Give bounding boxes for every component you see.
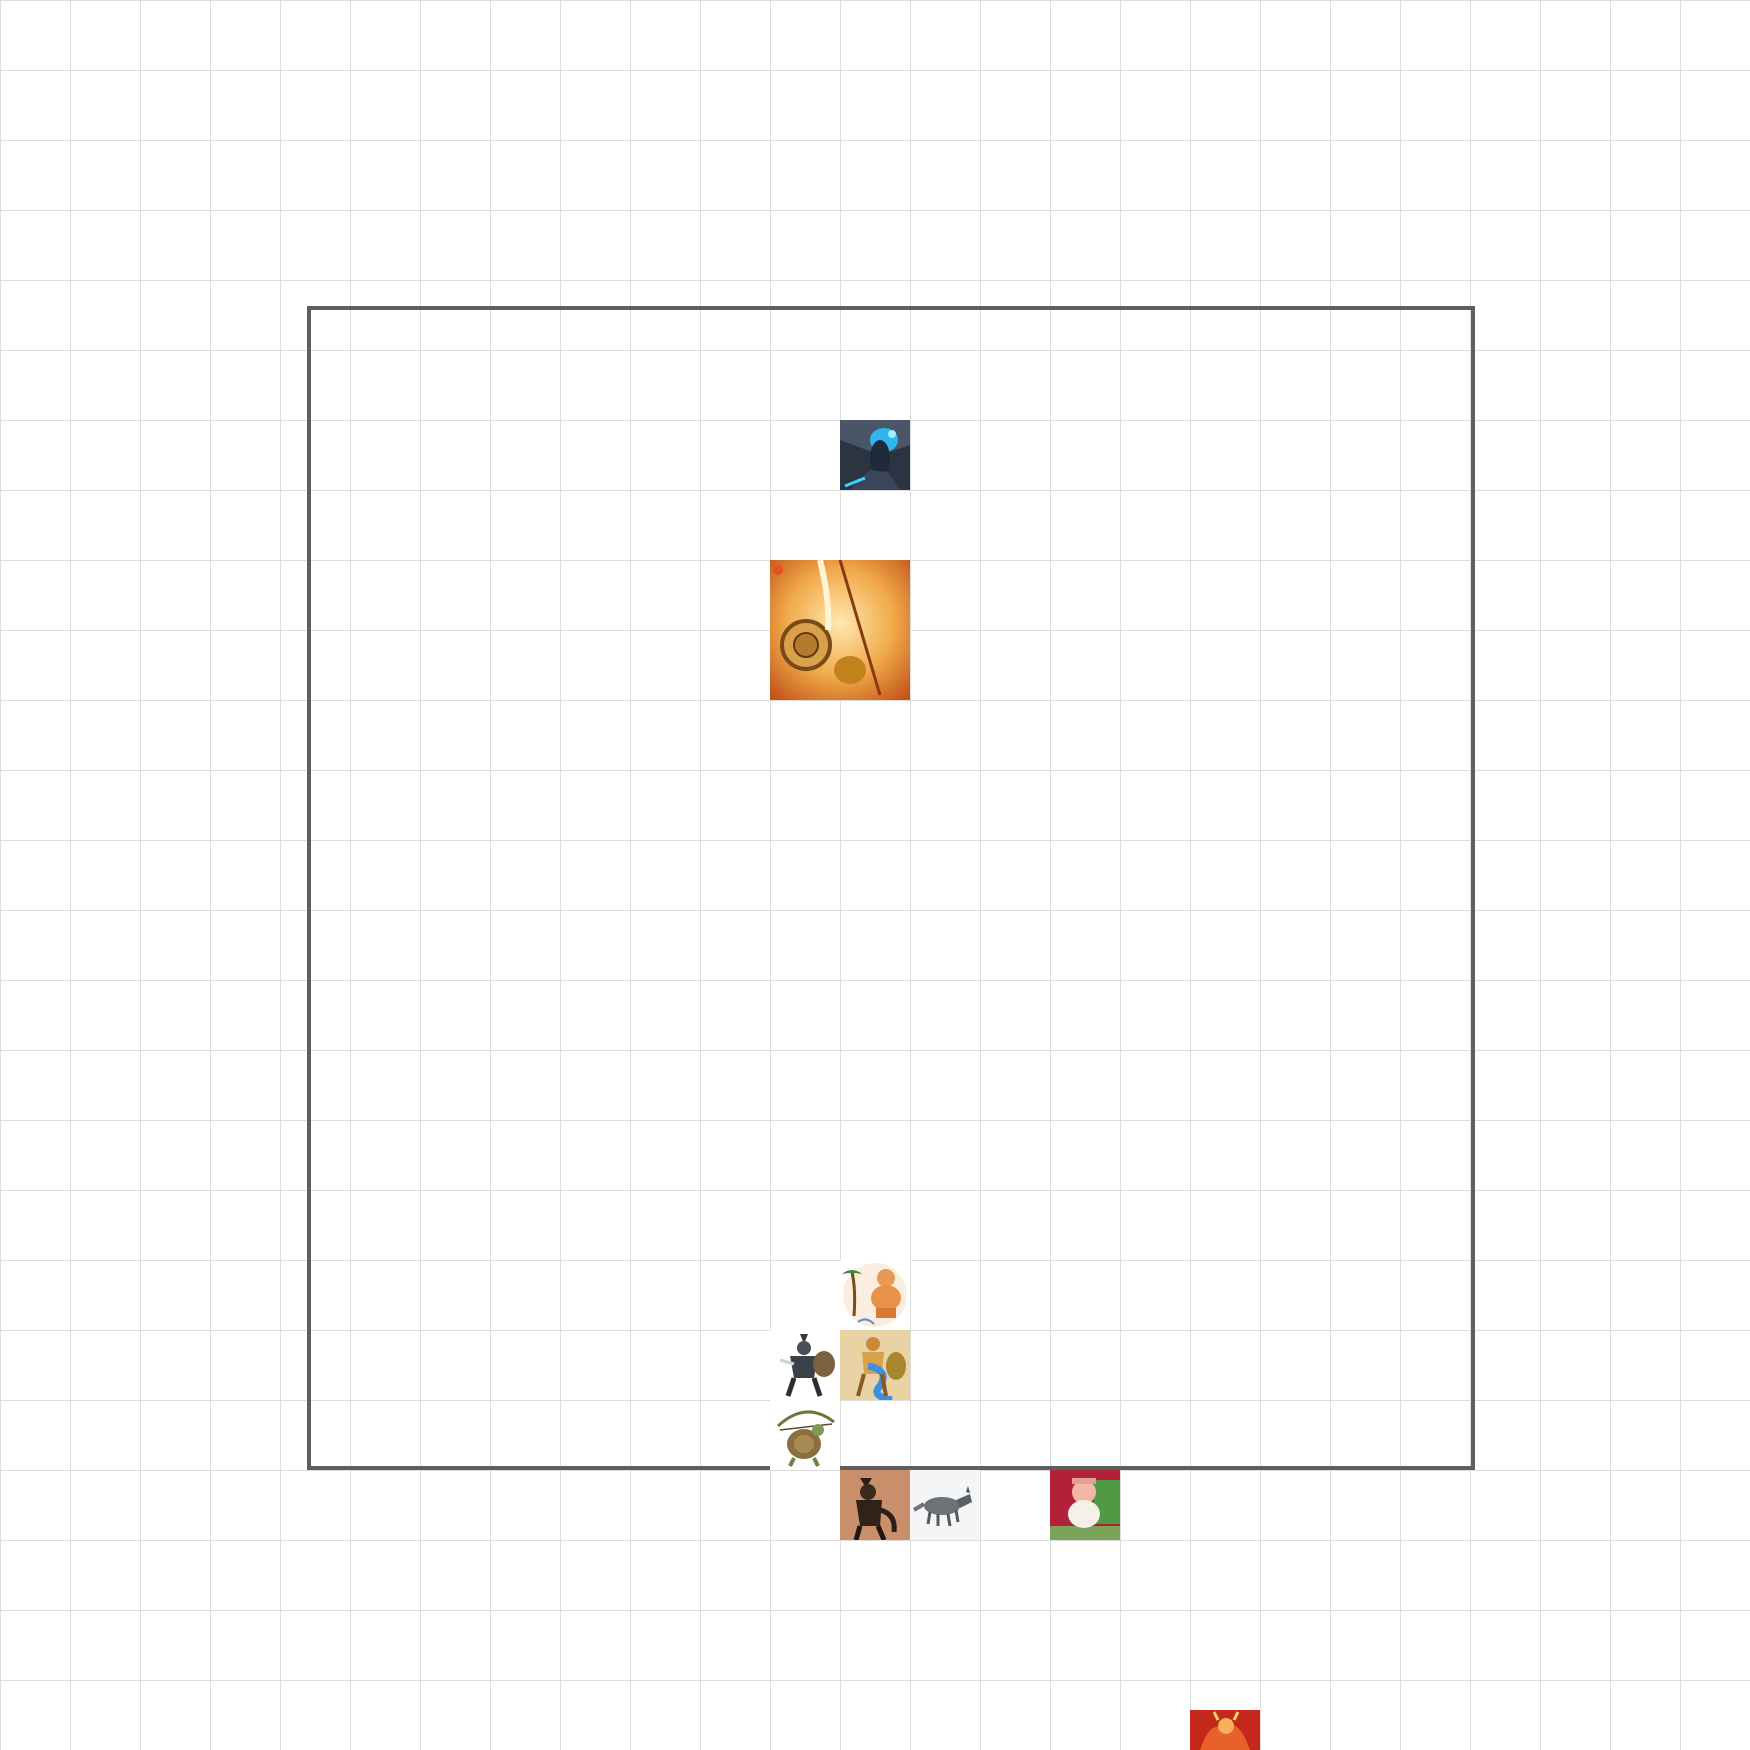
wolf-icon [910,1470,980,1540]
tropical-strongman-token[interactable] [840,1260,910,1330]
tropical-strongman-icon [840,1260,910,1330]
armored-knight-icon [770,1330,840,1400]
cartoon-pig-token[interactable] [1050,1470,1120,1540]
feline-rogue-icon [840,1470,910,1540]
golden-sun-warrior-icon [770,560,910,700]
fire-demon-icon [1190,1710,1260,1750]
frost-knight-icon [840,420,910,490]
turtle-archer-icon [770,1400,840,1470]
feline-rogue-token[interactable] [840,1470,910,1540]
grey-wolf-token[interactable] [910,1470,980,1540]
frost-knight-token[interactable] [840,420,910,490]
turtle-archer-token[interactable] [770,1400,840,1470]
cartoon-character-icon [1050,1470,1120,1540]
water-champion-token[interactable] [840,1330,910,1400]
water-champion-icon [840,1330,910,1400]
armored-raven-knight-token[interactable] [770,1330,840,1400]
golden-sun-warrior-token[interactable] [770,560,910,700]
fire-demon-token[interactable] [1190,1710,1260,1750]
